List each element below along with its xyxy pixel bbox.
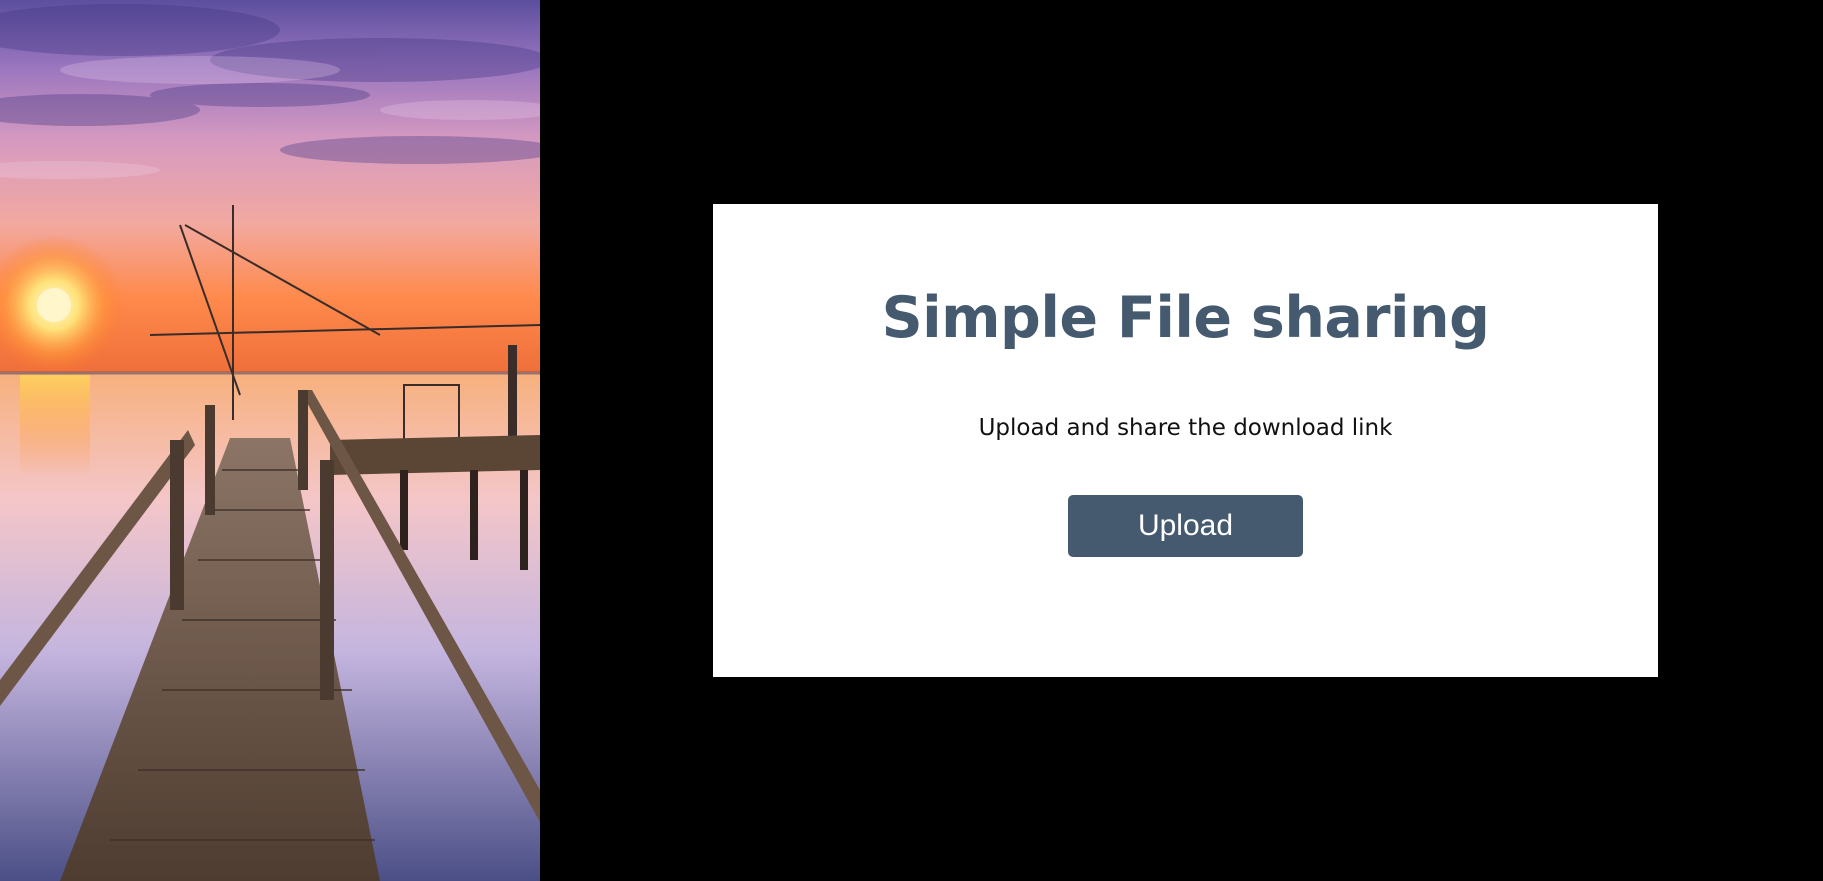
hero-image xyxy=(0,0,540,881)
page-title: Simple File sharing xyxy=(881,285,1490,351)
upload-button[interactable]: Upload xyxy=(1068,495,1303,557)
pier-sunset-photo xyxy=(0,0,540,881)
upload-instructions: Upload and share the download link xyxy=(978,415,1393,441)
page: Simple File sharing Upload and share the… xyxy=(0,0,1823,881)
upload-card: Simple File sharing Upload and share the… xyxy=(713,204,1658,677)
